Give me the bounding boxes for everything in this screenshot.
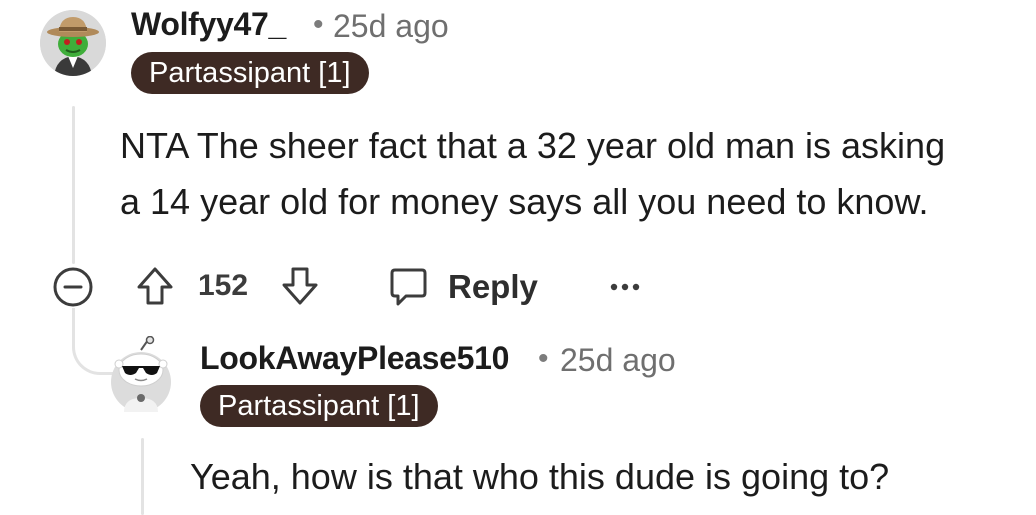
thread-line-reply[interactable] [141,438,144,515]
speech-bubble-icon [390,268,427,306]
upvote-button[interactable] [133,264,177,308]
reply-meta-separator: • [538,342,549,375]
reply-timestamp: 25d ago [560,342,676,378]
comment-body-line-1: NTA The sheer fact that a 32 year old ma… [120,125,946,166]
cowboy-avatar-icon[interactable] [40,10,106,76]
comment-username[interactable]: Wolfyy47_ [131,6,286,43]
reply-username[interactable]: LookAwayPlease510 [200,340,509,377]
reply-button[interactable]: Reply [386,265,538,309]
comment-timestamp: 25d ago [333,8,449,44]
reply-label: Reply [448,268,538,305]
comment-body-line-2: a 14 year old for money says all you nee… [120,181,929,222]
upvote-arrow-icon [137,267,173,305]
ellipsis-icon [610,283,640,291]
reply-flair: Partassipant [1] [200,385,438,427]
downvote-button[interactable] [278,264,322,308]
thread-line-parent[interactable] [72,106,75,264]
downvote-arrow-icon [282,267,318,305]
meta-separator: • [313,8,324,41]
reply-body: Yeah, how is that who this dude is going… [190,456,890,497]
minus-circle-icon [53,267,93,307]
more-options-button[interactable] [608,280,642,294]
snoo-sunglasses-avatar-icon[interactable] [108,336,174,412]
collapse-thread-button[interactable] [52,266,94,308]
vote-count: 152 [198,269,249,302]
comment-flair: Partassipant [1] [131,52,369,94]
